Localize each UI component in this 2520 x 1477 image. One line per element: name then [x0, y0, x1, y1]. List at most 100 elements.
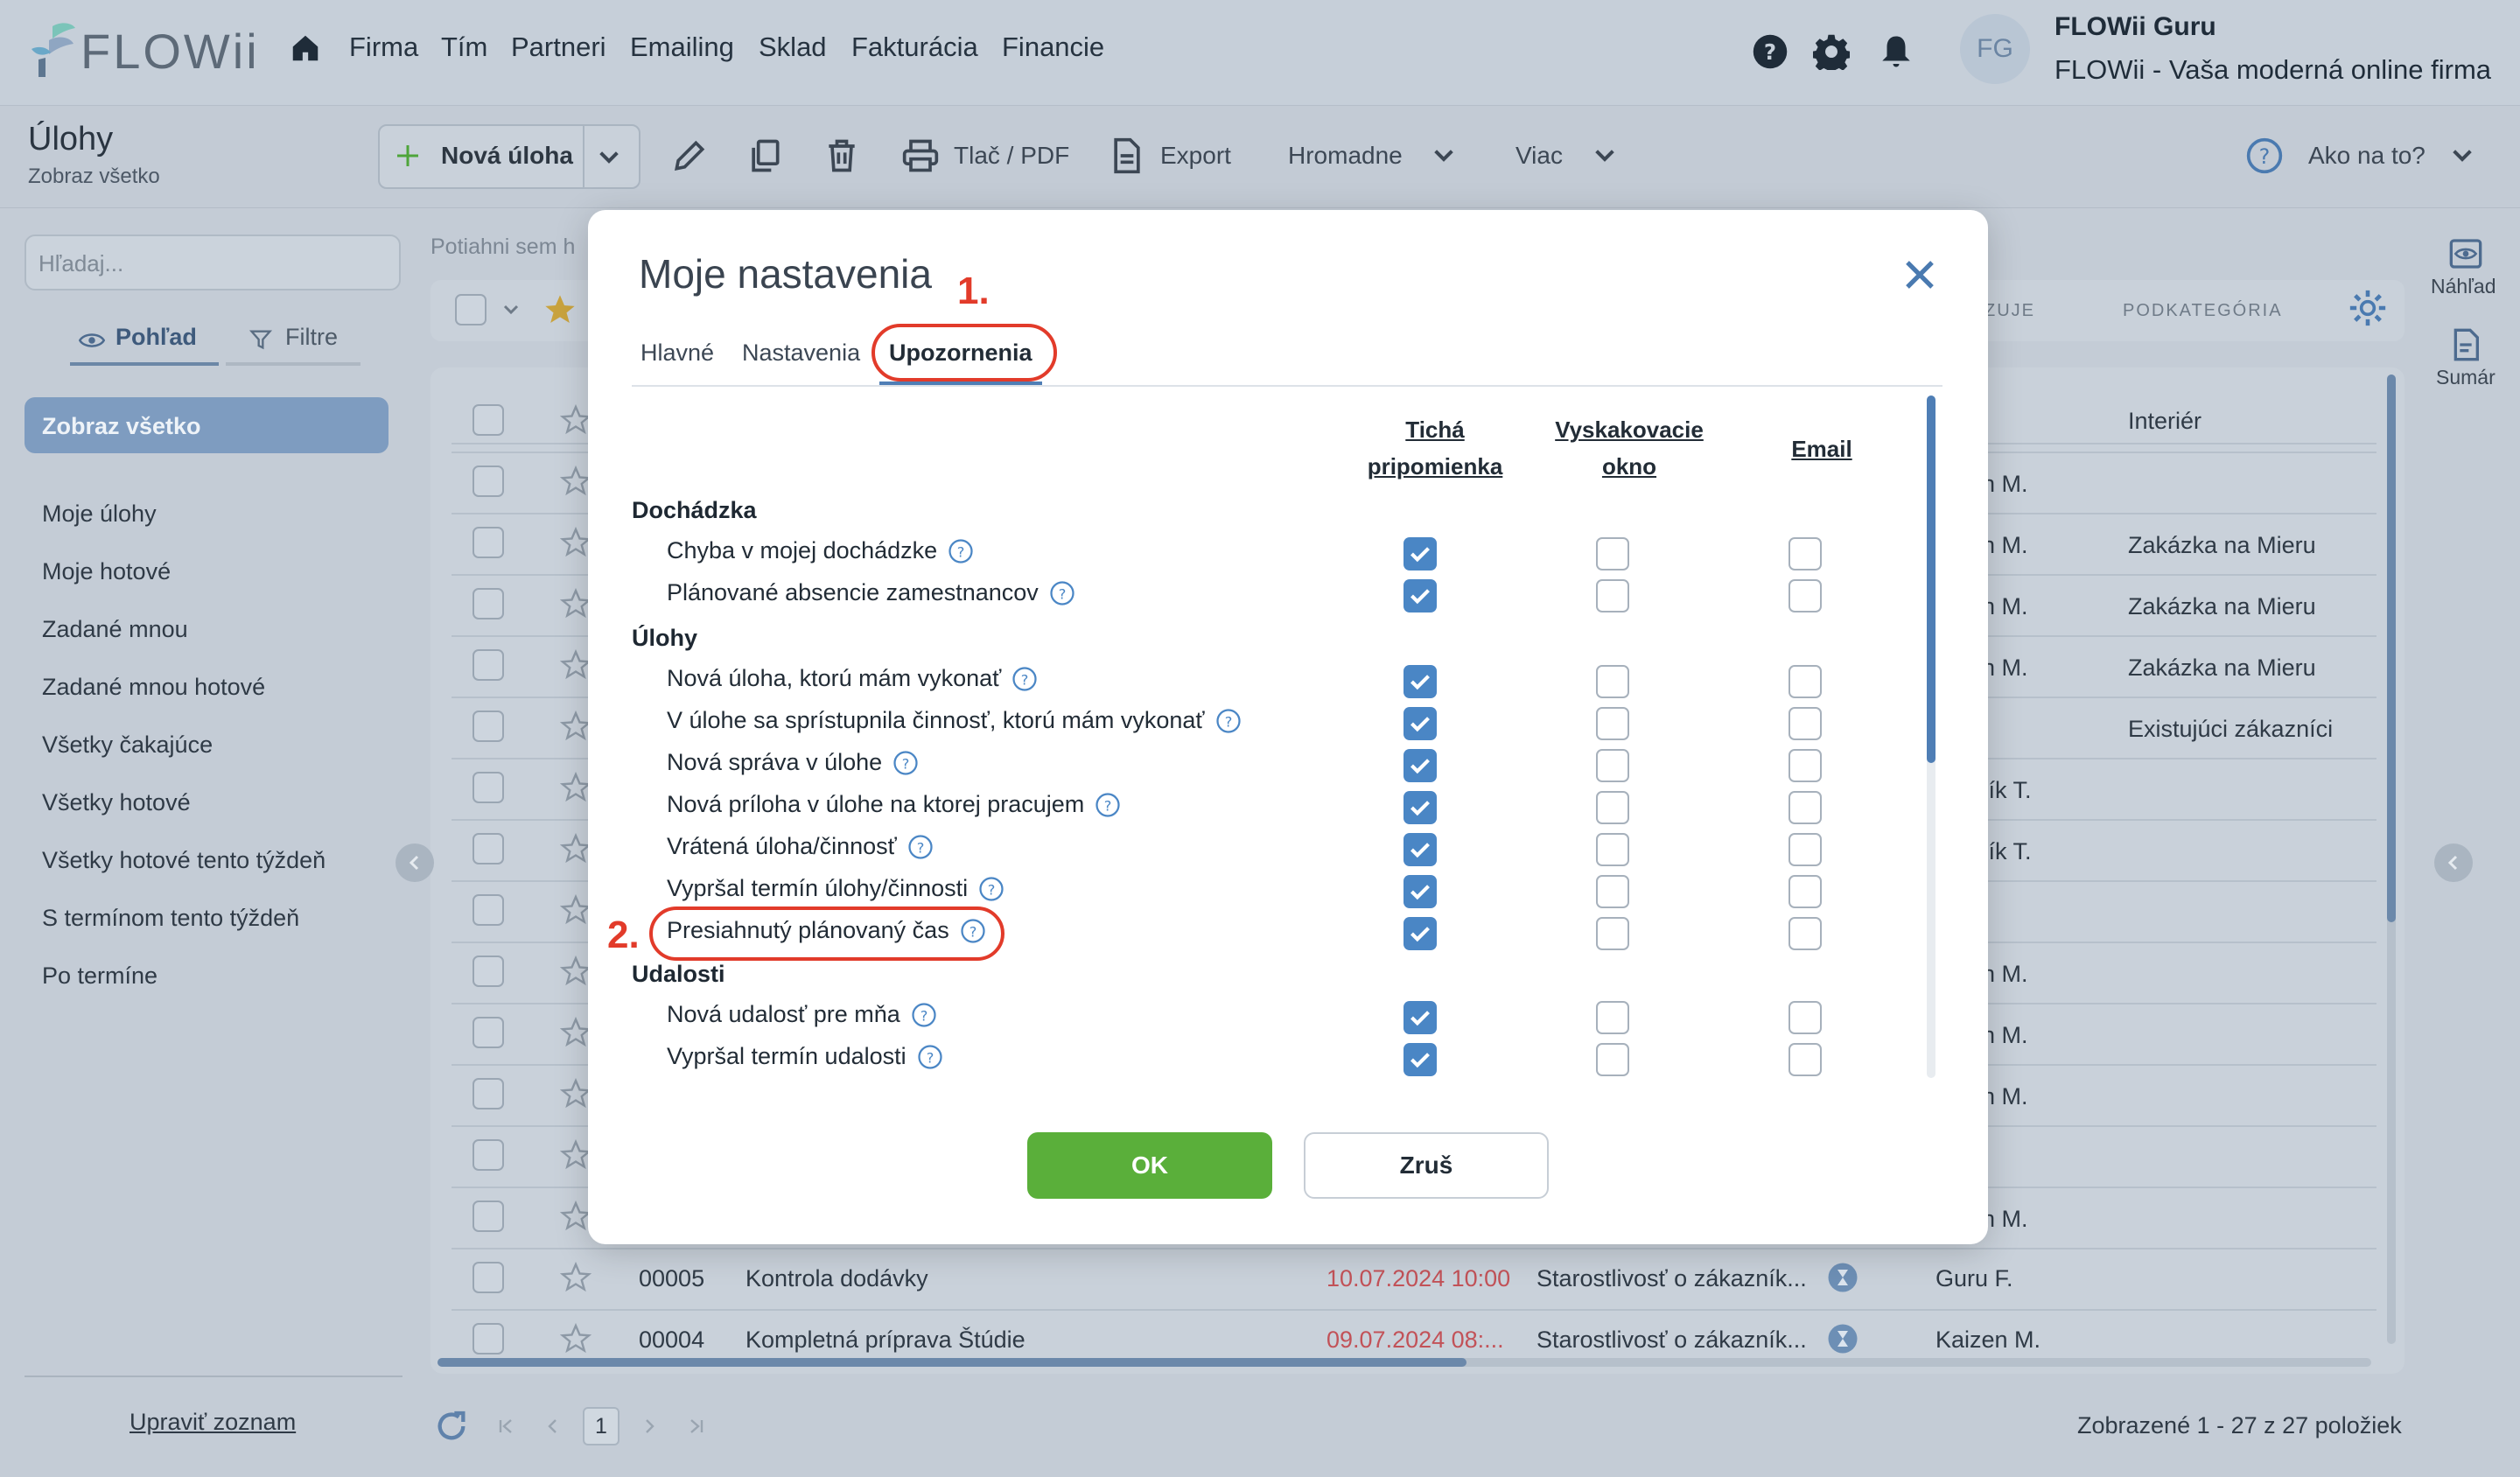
popup-checkbox[interactable]: [1596, 579, 1629, 612]
popup-checkbox[interactable]: [1596, 791, 1629, 824]
email-checkbox[interactable]: [1788, 537, 1822, 570]
tab-settings[interactable]: Nastavenia: [742, 340, 860, 367]
summary-label[interactable]: Sumár: [2436, 366, 2496, 389]
star-outline-icon[interactable]: [560, 588, 592, 620]
tab-filters[interactable]: Filtre: [285, 324, 338, 351]
help-circle-icon[interactable]: ?: [1049, 580, 1075, 606]
row-checkbox[interactable]: [472, 588, 504, 620]
copy-icon[interactable]: [746, 136, 784, 175]
help-circle-icon[interactable]: ?: [978, 876, 1004, 902]
nav-sklad[interactable]: Sklad: [759, 32, 827, 63]
email-checkbox[interactable]: [1788, 1043, 1822, 1076]
nav-emailing[interactable]: Emailing: [630, 32, 734, 63]
row-checkbox[interactable]: [472, 772, 504, 803]
sidebar-item-all-done-week[interactable]: Všetky hotové tento týždeň: [42, 847, 326, 874]
row-checkbox[interactable]: [472, 833, 504, 864]
help-circle-icon[interactable]: ?: [907, 834, 934, 860]
task-name[interactable]: Kontrola dodávky: [746, 1265, 928, 1292]
chevron-down-icon[interactable]: [1430, 142, 1458, 170]
horizontal-scrollbar-thumb[interactable]: [438, 1358, 1466, 1367]
silent-checkbox[interactable]: [1404, 1001, 1437, 1034]
bulk-menu[interactable]: Hromadne: [1288, 142, 1403, 170]
email-checkbox[interactable]: [1788, 579, 1822, 612]
help-circle-outline-icon[interactable]: ?: [2245, 136, 2284, 175]
row-checkbox[interactable]: [472, 1017, 504, 1048]
help-circle-icon[interactable]: ?: [948, 538, 974, 564]
popup-checkbox[interactable]: [1596, 749, 1629, 782]
row-checkbox[interactable]: [472, 894, 504, 926]
next-page-icon[interactable]: [639, 1416, 660, 1437]
star-outline-icon[interactable]: [560, 404, 592, 436]
nav-financie[interactable]: Financie: [1002, 32, 1104, 63]
sidebar-item-due-this-week[interactable]: S termínom tento týždeň: [42, 905, 299, 932]
chevron-down-icon[interactable]: [1591, 142, 1619, 170]
star-outline-icon[interactable]: [560, 894, 592, 926]
help-circle-icon[interactable]: ?: [892, 750, 919, 776]
row-checkbox[interactable]: [472, 527, 504, 558]
email-checkbox[interactable]: [1788, 749, 1822, 782]
trash-icon[interactable]: [822, 136, 861, 175]
star-filled-icon[interactable]: [542, 292, 578, 327]
silent-checkbox[interactable]: [1404, 579, 1437, 612]
silent-checkbox[interactable]: [1404, 749, 1437, 782]
star-outline-icon[interactable]: [560, 466, 592, 497]
popup-checkbox[interactable]: [1596, 537, 1629, 570]
more-menu[interactable]: Viac: [1516, 142, 1563, 170]
preview-eye-icon[interactable]: [2448, 236, 2483, 271]
row-checkbox[interactable]: [472, 1078, 504, 1110]
chevron-down-icon[interactable]: [595, 144, 623, 172]
vertical-scrollbar-thumb[interactable]: [2387, 374, 2396, 922]
document-export-icon[interactable]: [1108, 136, 1146, 175]
help-circle-icon[interactable]: ?: [1752, 33, 1788, 70]
export-label[interactable]: Export: [1160, 142, 1231, 170]
star-outline-icon[interactable]: [560, 1200, 592, 1232]
preview-label[interactable]: Náhľad: [2431, 275, 2496, 298]
modal-scrollbar-thumb[interactable]: [1927, 396, 1936, 763]
star-outline-icon[interactable]: [560, 956, 592, 987]
sidebar-item-all-waiting[interactable]: Všetky čakajúce: [42, 732, 213, 759]
silent-checkbox[interactable]: [1404, 875, 1437, 908]
popup-checkbox[interactable]: [1596, 917, 1629, 950]
popup-checkbox[interactable]: [1596, 707, 1629, 740]
how-to-link[interactable]: Ako na to?: [2308, 142, 2426, 170]
sidebar-item-all-done[interactable]: Všetky hotové: [42, 789, 191, 816]
nav-firma[interactable]: Firma: [349, 32, 418, 63]
star-outline-icon[interactable]: [560, 1017, 592, 1048]
silent-checkbox[interactable]: [1404, 833, 1437, 866]
silent-checkbox[interactable]: [1404, 707, 1437, 740]
ok-button[interactable]: OK: [1027, 1132, 1272, 1199]
sidebar-item-assigned-by-me[interactable]: Zadané mnou: [42, 616, 188, 643]
star-outline-icon[interactable]: [560, 772, 592, 803]
sidebar-item-my-done[interactable]: Moje hotové: [42, 558, 171, 585]
help-circle-icon[interactable]: ?: [1215, 708, 1242, 734]
sidebar-item-overdue[interactable]: Po termíne: [42, 962, 158, 990]
silent-checkbox[interactable]: [1404, 1043, 1437, 1076]
current-page[interactable]: 1: [583, 1407, 620, 1446]
summary-document-icon[interactable]: [2448, 327, 2483, 362]
select-all-checkbox[interactable]: [455, 294, 486, 326]
prev-page-icon[interactable]: [542, 1416, 564, 1437]
row-checkbox[interactable]: [472, 466, 504, 497]
email-checkbox[interactable]: [1788, 665, 1822, 698]
row-checkbox[interactable]: [472, 404, 504, 436]
nav-fakturacia[interactable]: Fakturácia: [851, 32, 978, 63]
popup-checkbox[interactable]: [1596, 875, 1629, 908]
last-page-icon[interactable]: [686, 1416, 707, 1437]
refresh-icon[interactable]: [434, 1409, 469, 1444]
help-circle-icon[interactable]: ?: [1012, 666, 1038, 692]
row-checkbox[interactable]: [472, 956, 504, 987]
star-outline-icon[interactable]: [560, 1078, 592, 1110]
email-checkbox[interactable]: [1788, 707, 1822, 740]
star-outline-icon[interactable]: [560, 1262, 592, 1293]
email-checkbox[interactable]: [1788, 917, 1822, 950]
nav-partneri[interactable]: Partneri: [511, 32, 606, 63]
chevron-down-icon[interactable]: [2448, 142, 2476, 170]
flowii-logo-icon[interactable]: [26, 19, 79, 80]
gear-icon[interactable]: [2348, 289, 2387, 327]
silent-checkbox[interactable]: [1404, 791, 1437, 824]
email-checkbox[interactable]: [1788, 791, 1822, 824]
edit-list-link[interactable]: Upraviť zoznam: [130, 1409, 296, 1436]
row-checkbox[interactable]: [472, 1139, 504, 1171]
close-icon[interactable]: [1899, 254, 1941, 296]
star-outline-icon[interactable]: [560, 1139, 592, 1171]
